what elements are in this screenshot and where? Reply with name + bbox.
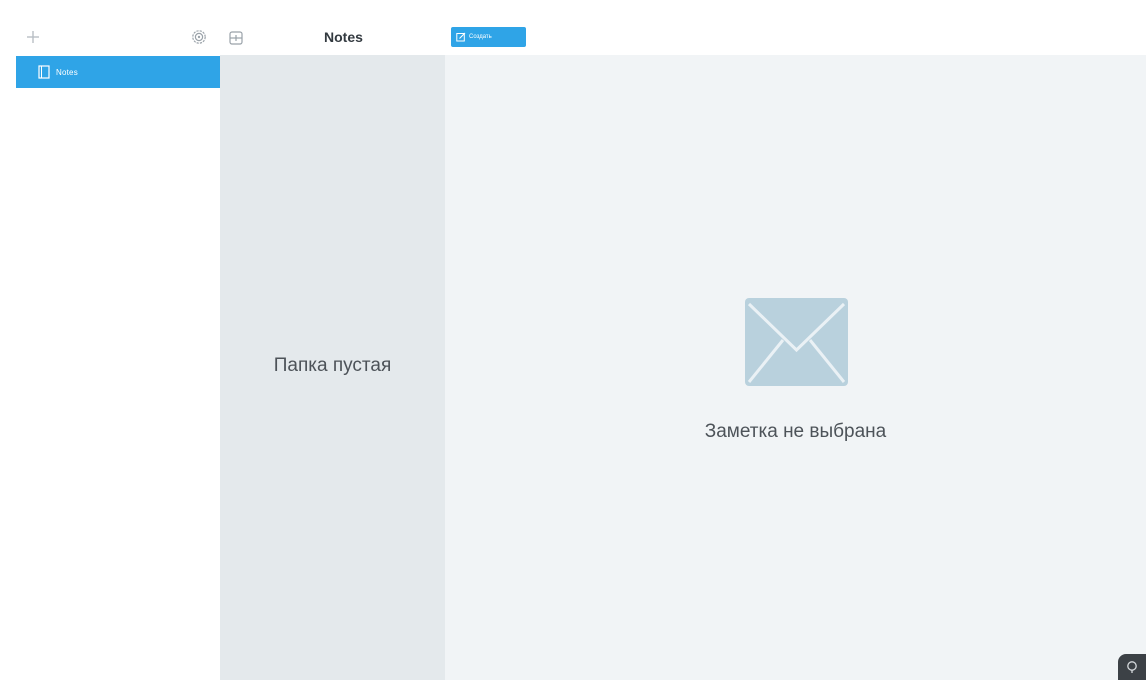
folder-item-notes[interactable]: Notes: [16, 56, 220, 88]
collapse-panel-icon: [229, 31, 243, 45]
settings-button[interactable]: [190, 28, 208, 46]
collapse-sidebar-button[interactable]: [228, 30, 244, 46]
editor-toolbar: [445, 0, 1146, 55]
gear-icon: [192, 30, 206, 44]
no-note-selected-message: Заметка не выбрана: [704, 421, 887, 442]
plus-icon: [27, 31, 39, 43]
empty-folder-message: Папка пустая: [273, 355, 392, 376]
help-icon: [1127, 661, 1137, 673]
note-editor: Заметка не выбрана: [445, 55, 1146, 680]
create-note-label: Создать: [469, 34, 492, 40]
notes-toolbar: Notes: [220, 0, 445, 55]
sidebar-toolbar: [0, 0, 220, 55]
folders-sidebar: Notes: [0, 0, 220, 680]
notes-list: Папка пустая: [220, 55, 445, 680]
folder-label: Notes: [56, 67, 78, 77]
envelope-icon: [745, 298, 848, 386]
help-button[interactable]: [1118, 654, 1146, 680]
edit-icon: [456, 32, 466, 42]
notes-app: Notes Notes Папка пустая Создать Заметка…: [0, 0, 1146, 680]
folder-icon: [38, 65, 50, 79]
create-note-button[interactable]: Создать: [451, 27, 526, 47]
notes-title: Notes: [324, 29, 363, 45]
add-folder-button[interactable]: [24, 28, 42, 46]
notes-column: Notes Папка пустая: [220, 0, 445, 680]
